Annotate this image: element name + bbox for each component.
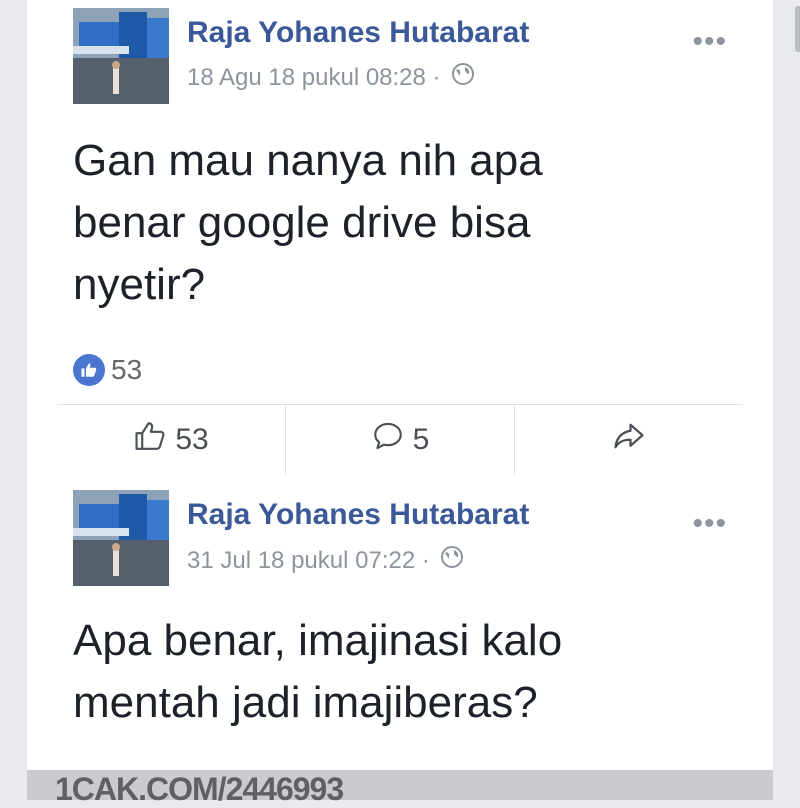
comment-count: 5 (412, 423, 430, 456)
avatar[interactable] (73, 490, 169, 586)
watermark-text: 1CAK.COM/2446993 (55, 771, 344, 807)
post-text: Apa benar, imajinasi kalo mentah jadi im… (73, 610, 733, 734)
post-text-line: mentah jadi imajiberas? (73, 678, 538, 727)
scrollbar[interactable] (795, 6, 800, 52)
post-text: Gan mau nanya nih apa benar google drive… (73, 130, 733, 316)
reaction-summary[interactable]: 53 (73, 354, 142, 386)
post-text-line: nyetir? (73, 260, 206, 309)
globe-icon (451, 62, 475, 93)
globe-icon (440, 545, 464, 576)
reaction-count: 53 (111, 354, 143, 385)
like-reaction-icon (73, 354, 105, 386)
watermark-bar: 1CAK.COM/2446993 (27, 770, 773, 807)
author-name[interactable]: Raja Yohanes Hutabarat (187, 16, 529, 50)
post-text-line: Gan mau nanya nih apa (73, 136, 543, 185)
author-name[interactable]: Raja Yohanes Hutabarat (187, 498, 529, 532)
comment-icon (371, 419, 405, 461)
avatar[interactable] (73, 8, 169, 104)
post-timestamp[interactable]: 18 Agu 18 pukul 08:28 · (187, 64, 441, 92)
share-button[interactable] (515, 406, 743, 474)
post-actions: 53 5 (57, 406, 743, 474)
more-options-icon[interactable]: ••• (692, 27, 727, 57)
post-meta: 31 Jul 18 pukul 07:22 · (187, 545, 464, 576)
more-options-icon[interactable]: ••• (692, 509, 727, 539)
post-text-line: Apa benar, imajinasi kalo (73, 616, 563, 665)
post-text-line: benar google drive bisa (73, 198, 531, 247)
comment-button[interactable]: 5 (286, 406, 515, 474)
post-meta: 18 Agu 18 pukul 08:28 · (187, 62, 475, 93)
divider (57, 404, 743, 405)
thumbs-up-icon (133, 419, 167, 461)
post-timestamp[interactable]: 31 Jul 18 pukul 07:22 · (187, 547, 430, 575)
like-count: 53 (175, 423, 209, 456)
share-icon (611, 418, 647, 462)
like-button[interactable]: 53 (57, 406, 286, 474)
feed-card: Raja Yohanes Hutabarat 18 Agu 18 pukul 0… (27, 0, 800, 800)
